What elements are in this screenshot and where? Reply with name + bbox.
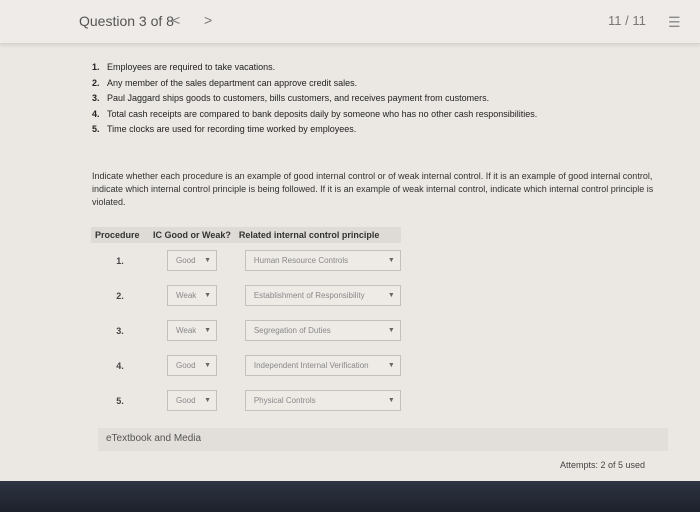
chevron-down-icon: ▼ [387,362,395,369]
ic-select[interactable]: Weak ▼ [167,285,217,306]
table-row: 1. Good ▼ Human Resource Controls ▼ [91,243,401,278]
prev-question-button[interactable]: < [172,12,180,28]
ic-select[interactable]: Good ▼ [167,355,217,376]
table-row: 5. Good ▼ Physical Controls ▼ [91,383,401,418]
answer-table: Procedure IC Good or Weak? Related inter… [91,227,401,418]
row-number: 4. [116,360,124,371]
chevron-down-icon: ▼ [204,397,211,404]
principle-select[interactable]: Segregation of Duties ▼ [244,320,401,341]
header-bar: Question 3 of 8 < > 11 / 11 ☰ [0,0,700,44]
list-item: 3. Paul Jaggard ships goods to customers,… [92,93,490,103]
column-header: Related internal control principle [234,227,401,243]
column-header: Procedure [91,227,149,243]
question-label: Question 3 of 8 [79,13,174,29]
ic-select[interactable]: Good ▼ [167,390,217,411]
chevron-down-icon: ▼ [387,292,395,299]
principle-select[interactable]: Physical Controls ▼ [244,390,401,411]
page-count: 11 / 11 [608,13,646,28]
etextbook-media-link[interactable]: eTextbook and Media [98,428,668,451]
chevron-down-icon: ▼ [387,257,395,264]
list-item: 4. Total cash receipts are compared to ba… [92,108,538,119]
table-row: 4. Good ▼ Independent Internal Verificati… [91,348,401,383]
principle-select[interactable]: Establishment of Responsibility ▼ [244,285,401,306]
column-header: IC Good or Weak? [149,227,235,243]
list-item: 1. Employees are required to take vacatio… [92,62,276,72]
list-icon[interactable]: ☰ [668,14,681,31]
chevron-down-icon: ▼ [204,292,211,299]
principle-select[interactable]: Independent Internal Verification ▼ [244,355,401,376]
row-number: 5. [116,395,124,406]
chevron-down-icon: ▼ [387,397,395,404]
bottom-bar [0,481,700,512]
list-item: 2. Any member of the sales department can… [92,77,358,88]
next-question-button[interactable]: > [204,12,212,28]
procedure-list: 1. Employees are required to take vacatio… [92,60,537,138]
chevron-down-icon: ▼ [204,327,211,334]
chevron-down-icon: ▼ [387,327,395,334]
row-number: 1. [116,255,124,266]
ic-select[interactable]: Weak ▼ [167,320,217,341]
ic-select[interactable]: Good ▼ [167,250,217,271]
table-row: 3. Weak ▼ Segregation of Duties ▼ [91,313,401,348]
row-number: 2. [116,290,124,301]
chevron-down-icon: ▼ [204,362,211,369]
chevron-down-icon: ▼ [204,257,211,264]
table-row: 2. Weak ▼ Establishment of Responsibility… [91,278,401,313]
instructions: Indicate whether each procedure is an ex… [92,171,654,207]
attempts-status: Attempts: 2 of 5 used [560,460,646,470]
principle-select[interactable]: Human Resource Controls ▼ [244,250,401,271]
row-number: 3. [116,325,124,336]
list-item: 5. Time clocks are used for recording tim… [92,124,357,134]
